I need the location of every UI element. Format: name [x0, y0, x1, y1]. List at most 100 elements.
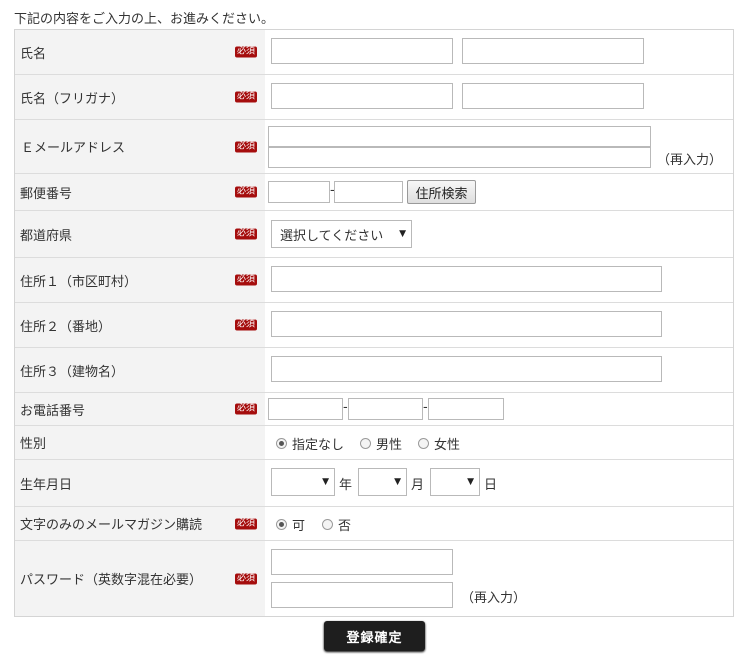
field-label: 性別	[20, 437, 47, 452]
form-intro: 下記の内容をご入力の上、お進みください。	[14, 12, 275, 27]
row-newsletter: 文字のみのメールマガジン購読 必須 可 否	[15, 507, 733, 541]
field-cell: ▼ 年 ▼ 月 ▼ 日	[265, 460, 733, 506]
prefecture-selected: 選択してください	[280, 228, 384, 244]
radio-button	[418, 438, 429, 449]
label-cell: 生年月日	[15, 460, 265, 506]
phone-dash: -	[343, 400, 348, 415]
label-cell: 氏名（フリガナ） 必須	[15, 75, 265, 119]
submit-button[interactable]: 登録確定	[324, 621, 425, 651]
field-cell: 選択してください ▼	[265, 211, 733, 257]
field-label: Ｅメールアドレス	[21, 141, 126, 156]
radio-label: 指定なし	[292, 438, 345, 453]
last-name-kana-input[interactable]	[271, 83, 453, 109]
label-cell: 文字のみのメールマガジン購読 必須	[15, 507, 265, 540]
label-cell: Ｅメールアドレス 必須	[15, 120, 265, 173]
row-phone: お電話番号 必須 - -	[15, 393, 733, 426]
field-cell	[265, 258, 733, 302]
birth-year-select[interactable]: ▼	[271, 468, 335, 496]
month-label: 月	[411, 478, 425, 493]
field-label: 都道府県	[20, 228, 73, 244]
field-label: 住所３（建物名）	[20, 364, 125, 380]
phone-first-input[interactable]	[268, 398, 343, 420]
first-name-kana-input[interactable]	[462, 83, 644, 109]
gender-radio-female[interactable]: 女性	[418, 434, 460, 453]
field-label: 郵便番号	[20, 186, 73, 202]
row-name-kana: 氏名（フリガナ） 必須	[15, 75, 733, 120]
field-cell	[265, 303, 733, 347]
field-label: 文字のみのメールマガジン購読	[20, 518, 203, 533]
address-search-button[interactable]: 住所検索	[407, 180, 476, 204]
row-address2: 住所２（番地） 必須	[15, 303, 733, 348]
required-badge: 必須	[235, 319, 258, 331]
first-name-input[interactable]	[462, 38, 644, 64]
radio-button	[276, 438, 287, 449]
label-cell: 住所１（市区町村） 必須	[15, 258, 265, 302]
radio-label: 女性	[434, 438, 461, 453]
row-prefecture: 都道府県 必須 選択してください ▼	[15, 211, 733, 258]
dropdown-arrow-icon: ▼	[322, 477, 329, 487]
label-cell: 氏名 必須	[15, 30, 265, 74]
required-badge: 必須	[235, 91, 258, 103]
postal-code-second-input[interactable]	[334, 181, 403, 203]
reenter-note: （再入力）	[461, 591, 527, 606]
gender-radio-male[interactable]: 男性	[360, 434, 402, 453]
phone-third-input[interactable]	[428, 398, 504, 420]
dropdown-arrow-icon: ▼	[399, 229, 406, 239]
field-label: パスワード（英数字混在必要）	[20, 573, 203, 588]
field-label: お電話番号	[20, 403, 86, 419]
field-label: 生年月日	[20, 477, 73, 493]
required-badge: 必須	[235, 46, 258, 58]
address2-input[interactable]	[271, 311, 662, 337]
last-name-input[interactable]	[271, 38, 453, 64]
label-cell: 郵便番号 必須	[15, 174, 265, 210]
required-badge: 必須	[235, 274, 258, 286]
row-birthday: 生年月日 ▼ 年 ▼ 月 ▼ 日	[15, 460, 733, 507]
field-cell	[265, 348, 733, 392]
prefecture-select[interactable]: 選択してください ▼	[271, 220, 412, 248]
required-badge: 必須	[235, 141, 258, 152]
newsletter-radio-yes[interactable]: 可	[276, 515, 305, 534]
label-cell: パスワード（英数字混在必要） 必須	[15, 541, 265, 616]
phone-dash: -	[423, 400, 428, 415]
password-confirm-input[interactable]	[271, 582, 453, 608]
birth-month-select[interactable]: ▼	[358, 468, 407, 496]
radio-label: 男性	[376, 438, 403, 453]
birth-day-select[interactable]: ▼	[430, 468, 480, 496]
address1-input[interactable]	[271, 266, 662, 292]
reenter-note: （再入力）	[657, 153, 723, 168]
required-badge: 必須	[235, 186, 258, 198]
postal-code-first-input[interactable]	[268, 181, 330, 203]
gender-radio-unspecified[interactable]: 指定なし	[276, 434, 344, 453]
dropdown-arrow-icon: ▼	[467, 477, 474, 487]
label-cell: 住所２（番地） 必須	[15, 303, 265, 347]
field-cell: （再入力）	[265, 120, 733, 173]
field-cell: - 住所検索	[265, 174, 733, 210]
required-badge: 必須	[235, 573, 258, 584]
password-input[interactable]	[271, 549, 453, 575]
year-label: 年	[339, 478, 353, 493]
radio-button	[276, 519, 287, 530]
field-label: 氏名（フリガナ）	[20, 91, 125, 107]
label-cell: 都道府県 必須	[15, 211, 265, 257]
newsletter-radio-no[interactable]: 否	[322, 515, 351, 534]
field-cell: （再入力）	[265, 541, 733, 616]
email-input[interactable]	[268, 126, 651, 147]
radio-button	[322, 519, 333, 530]
field-cell	[265, 30, 733, 74]
field-cell: - -	[265, 393, 733, 425]
email-confirm-input[interactable]	[268, 147, 651, 168]
field-label: 住所２（番地）	[20, 319, 112, 335]
radio-label: 否	[338, 519, 352, 534]
row-address3: 住所３（建物名）	[15, 348, 733, 393]
row-address1: 住所１（市区町村） 必須	[15, 258, 733, 303]
label-cell: 性別	[15, 426, 265, 459]
field-cell: 指定なし 男性 女性	[265, 426, 733, 459]
address3-input[interactable]	[271, 356, 662, 382]
label-cell: 住所３（建物名）	[15, 348, 265, 392]
field-label: 氏名	[20, 46, 47, 62]
field-cell	[265, 75, 733, 119]
radio-button	[360, 438, 371, 449]
row-password: パスワード（英数字混在必要） 必須 （再入力）	[15, 541, 733, 616]
row-gender: 性別 指定なし 男性 女性	[15, 426, 733, 460]
phone-second-input[interactable]	[348, 398, 423, 420]
